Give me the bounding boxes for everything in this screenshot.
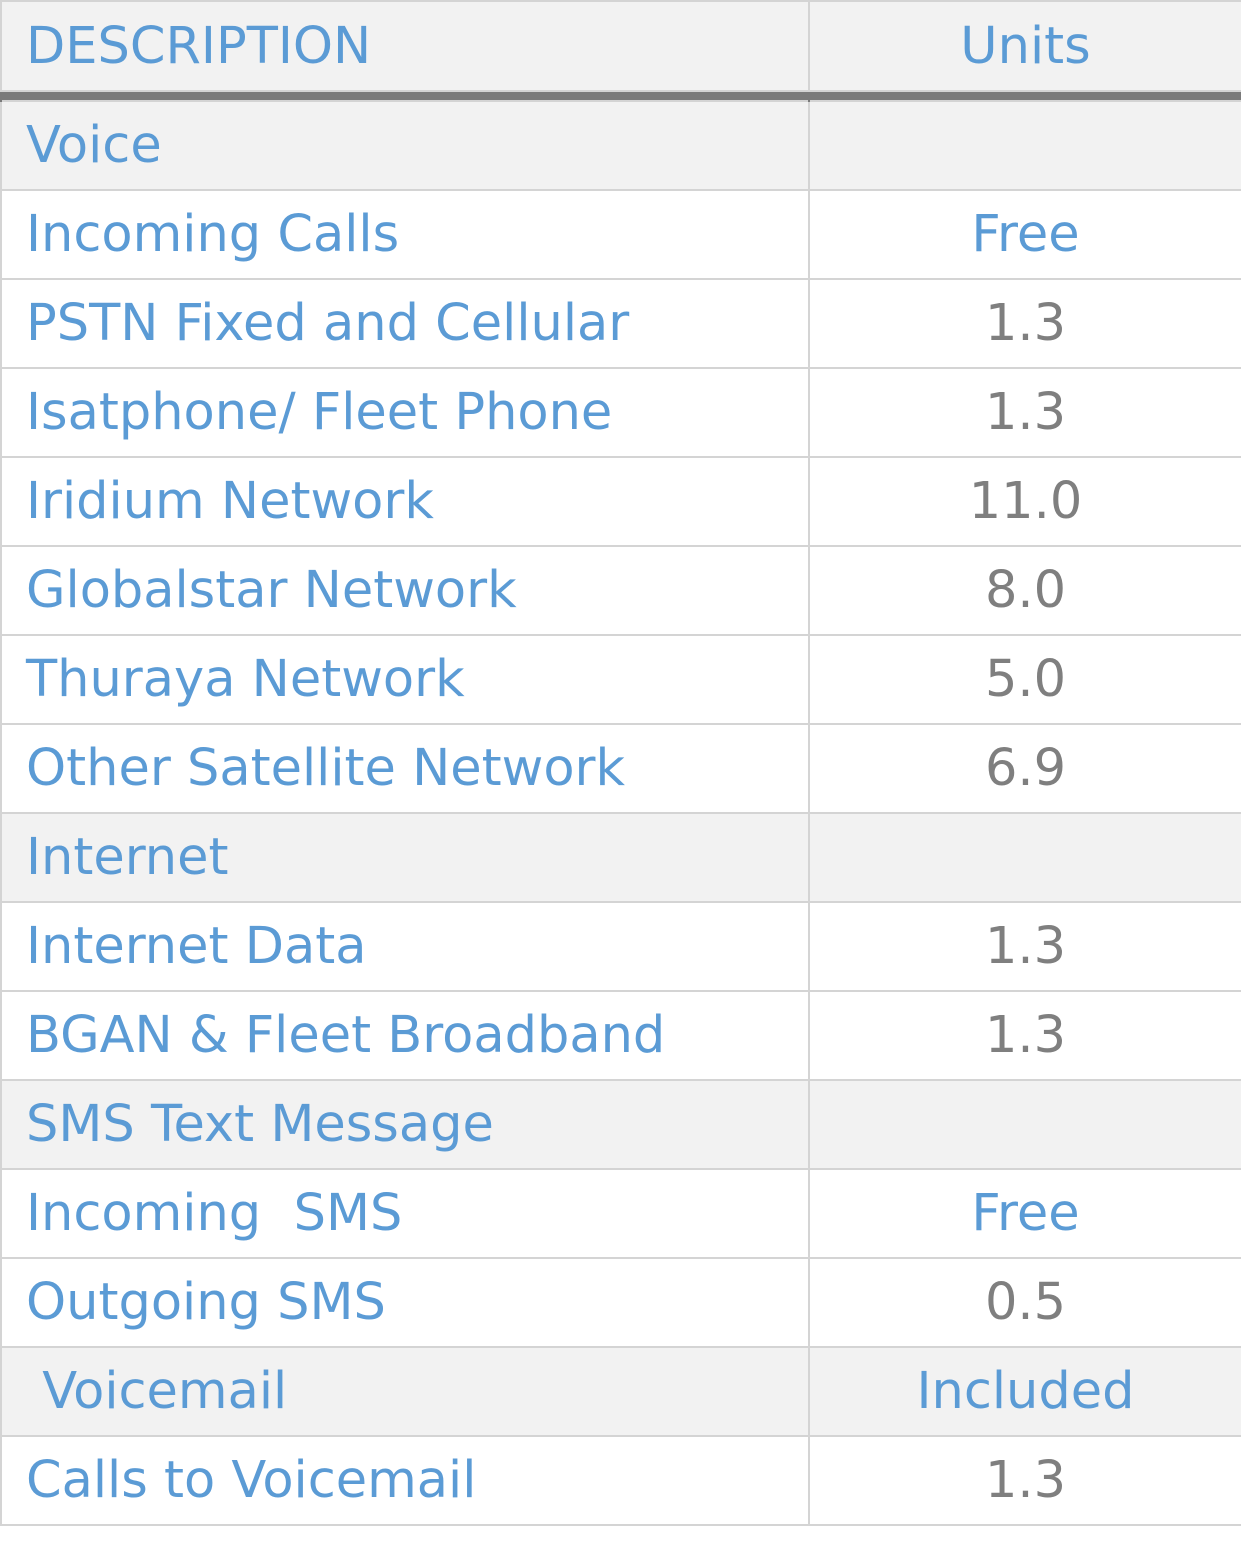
row-units-value: 6.9 — [808, 723, 1241, 814]
section-row: SMS Text Message — [0, 1079, 1241, 1170]
section-row: Internet — [0, 812, 1241, 903]
table-row: Globalstar Network 8.0 — [0, 545, 1241, 636]
table-row: Other Satellite Network 6.9 — [0, 723, 1241, 814]
table-row: Isatphone/ Fleet Phone 1.3 — [0, 367, 1241, 458]
section-row: Voicemail Included — [0, 1346, 1241, 1437]
column-header-description: DESCRIPTION — [0, 0, 810, 92]
row-units-value: 1.3 — [808, 1435, 1241, 1526]
row-units-value: Free — [808, 189, 1241, 280]
section-title: Voice — [0, 100, 810, 191]
row-description: Globalstar Network — [0, 545, 810, 636]
table-row: Incoming SMS Free — [0, 1168, 1241, 1259]
table-row: Calls to Voicemail 1.3 — [0, 1435, 1241, 1526]
section-title: Voicemail — [0, 1346, 810, 1437]
rate-table: DESCRIPTION Units Voice Incoming Calls Fre… — [0, 0, 1241, 1526]
row-description: Iridium Network — [0, 456, 810, 547]
table-row: Incoming Calls Free — [0, 189, 1241, 280]
row-units-value: 1.3 — [808, 990, 1241, 1081]
row-units-value: 0.5 — [808, 1257, 1241, 1348]
table-row: Internet Data 1.3 — [0, 901, 1241, 992]
table-row: Iridium Network 11.0 — [0, 456, 1241, 547]
row-units-value — [808, 100, 1241, 191]
section-title: Internet — [0, 812, 810, 903]
row-description: BGAN & Fleet Broadband — [0, 990, 810, 1081]
row-description: PSTN Fixed and Cellular — [0, 278, 810, 369]
row-units-value — [808, 1079, 1241, 1170]
row-units-value — [808, 812, 1241, 903]
section-title: SMS Text Message — [0, 1079, 810, 1170]
table-row: Thuraya Network 5.0 — [0, 634, 1241, 725]
table-row: Outgoing SMS 0.5 — [0, 1257, 1241, 1348]
row-units-value: 1.3 — [808, 367, 1241, 458]
section-row: Voice — [0, 100, 1241, 191]
row-description: Incoming Calls — [0, 189, 810, 280]
header-divider-right — [808, 91, 1241, 101]
row-units-value: Free — [808, 1168, 1241, 1259]
header-divider — [0, 91, 1241, 101]
row-description: Isatphone/ Fleet Phone — [0, 367, 810, 458]
row-description: Outgoing SMS — [0, 1257, 810, 1348]
column-header-units: Units — [808, 0, 1241, 92]
row-units-value: Included — [808, 1346, 1241, 1437]
table-body: Voice Incoming Calls Free PSTN Fixed and Ce… — [0, 100, 1241, 1526]
row-units-value: 8.0 — [808, 545, 1241, 636]
table-row: BGAN & Fleet Broadband 1.3 — [0, 990, 1241, 1081]
row-units-value: 5.0 — [808, 634, 1241, 725]
header-divider-left — [0, 91, 810, 101]
row-units-value: 11.0 — [808, 456, 1241, 547]
row-description: Other Satellite Network — [0, 723, 810, 814]
table-header-row: DESCRIPTION Units — [0, 0, 1241, 92]
row-units-value: 1.3 — [808, 278, 1241, 369]
row-description: Thuraya Network — [0, 634, 810, 725]
row-description: Calls to Voicemail — [0, 1435, 810, 1526]
row-description: Incoming SMS — [0, 1168, 810, 1259]
row-units-value: 1.3 — [808, 901, 1241, 992]
row-description: Internet Data — [0, 901, 810, 992]
table-row: PSTN Fixed and Cellular 1.3 — [0, 278, 1241, 369]
